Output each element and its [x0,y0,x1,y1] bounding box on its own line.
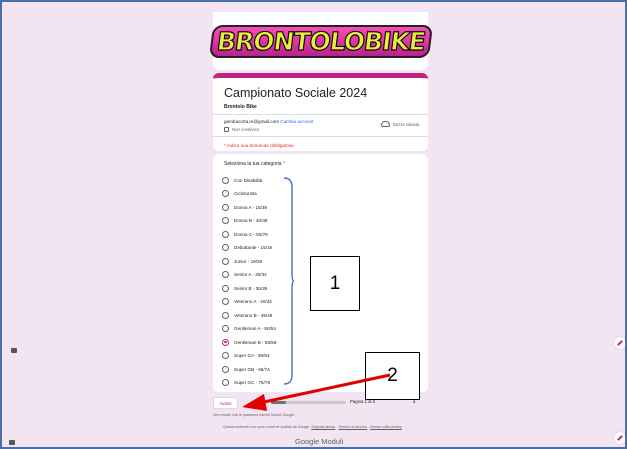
screenshot-frame: BRONTOLOBIKE Campionato Sociale 2024 Bro… [0,0,627,449]
privacy-link[interactable]: Norme sulla privacy [370,425,402,429]
category-option[interactable]: Donna C - 50/79 [222,228,268,240]
option-label: Super GC - 75/79 [234,380,271,385]
radio-unchecked-icon[interactable] [222,230,229,238]
required-note: * Indica una domanda obbligatoria [224,143,294,148]
edit-pencil-icon[interactable] [614,432,625,444]
radio-unchecked-icon[interactable] [222,365,229,373]
option-label: Gentleman A - 50/54 [234,326,276,331]
next-button[interactable]: Avanti [213,397,238,409]
not-shared-icon [224,127,229,132]
radio-unchecked-icon[interactable] [222,190,229,197]
report-abuse-link[interactable]: Segnala abuso [311,425,335,429]
password-warning: Non inviare mai le password tramite Modu… [213,413,296,417]
not-shared-status: Non condiviso [224,127,259,132]
option-label: Veterano B - 45/49 [234,312,273,318]
form-subtitle: Brontolo Bike [224,104,257,110]
category-option[interactable]: Donna A - 15/39 [222,201,267,213]
option-label: Debuttante - 15/18 [234,245,273,250]
form-title-card: Campionato Sociale 2024 Brontolo Bike ga… [213,73,428,151]
google-forms-brand: Google Moduli [295,437,344,446]
radio-unchecked-icon[interactable] [222,379,229,386]
header-banner: BRONTOLOBIKE [208,12,433,70]
option-label: Cicloturista [234,191,257,196]
annotation-label-1: 1 [310,256,360,311]
cloud-icon [381,121,390,127]
radio-unchecked-icon[interactable] [222,325,229,332]
radio-unchecked-icon[interactable] [222,352,229,359]
category-option[interactable]: Donna B - 40/49 [222,215,267,227]
category-option[interactable]: Gentleman A - 50/54 [222,323,276,335]
category-option[interactable]: Gentleman B - 55/59 [222,336,276,348]
feedback-icon[interactable] [11,348,17,353]
draft-status-label: Bozza salvata [393,121,420,127]
annotation-bracket [284,177,294,385]
category-option[interactable]: Debuttante - 15/18 [222,242,272,254]
option-label: Donna B - 40/49 [234,218,268,223]
draft-status: Bozza salvata [381,121,419,127]
divider [213,136,428,137]
not-shared-label: Non condiviso [232,127,259,132]
account-email: gambacorta.m@gmail.com [224,119,279,124]
divider [213,114,428,115]
disclaimer-text: Questi contenuti non sono creati né aval… [223,425,311,429]
option-label: Super GA - 60/64 [234,353,270,358]
annotation-label-2: 2 [365,352,420,400]
radio-unchecked-icon[interactable] [222,176,229,184]
terms-link[interactable]: Termini di servizio [338,425,367,429]
question-text: Seleziona la tua categoria [224,161,282,167]
category-option[interactable]: Veterano A - 40/44 [222,296,272,308]
progress-bar [271,401,346,404]
question-label: Seleziona la tua categoria * [224,161,285,167]
category-option[interactable]: Super GA - 60/64 [222,350,270,362]
category-option[interactable]: Super GB - 65/74 [222,363,270,375]
required-marker: * [282,161,285,167]
radio-unchecked-icon[interactable] [222,244,229,251]
option-label: Junior - 19/29 [234,258,263,264]
form-title: Campionato Sociale 2024 [224,86,368,100]
option-label: Veterano A - 40/44 [234,299,272,304]
radio-unchecked-icon[interactable] [222,203,229,211]
category-option[interactable]: Con Disabilità [222,174,262,186]
radio-unchecked-icon[interactable] [222,298,229,305]
radio-unchecked-icon[interactable] [222,257,229,265]
radio-unchecked-icon[interactable] [222,284,229,292]
radio-unchecked-icon[interactable] [222,217,229,224]
edit-pencil-icon[interactable] [614,337,625,349]
option-label: Senior B - 35/39 [234,285,268,291]
option-label: Con Disabilità [234,177,263,183]
option-label: Super GB - 65/74 [234,366,270,372]
brand-logo: BRONTOLOBIKE [208,24,433,58]
account-info: gambacorta.m@gmail.com Cambia account [224,119,313,124]
category-option[interactable]: Super GC - 75/79 [222,377,270,389]
footer-disclaimer: Questi contenuti non sono creati né aval… [223,425,402,429]
option-label: Gentleman B - 55/59 [234,339,277,345]
radio-checked-icon[interactable] [222,338,229,346]
category-option[interactable]: Senior A - 30/34 [222,269,267,281]
category-option[interactable]: Cicloturista [222,188,257,200]
feedback-icon[interactable] [9,440,15,445]
category-option[interactable]: Veterano B - 45/49 [222,309,272,321]
category-option[interactable]: Junior - 19/29 [222,255,262,267]
radio-unchecked-icon[interactable] [222,311,229,319]
progress-fill [271,401,286,404]
option-label: Senior A - 30/34 [234,272,267,277]
option-label: Donna C - 50/79 [234,231,268,237]
radio-unchecked-icon[interactable] [222,271,229,278]
switch-account-link[interactable]: Cambia account [280,119,313,124]
option-label: Donna A - 15/39 [234,204,267,210]
category-option[interactable]: Senior B - 35/39 [222,282,267,294]
